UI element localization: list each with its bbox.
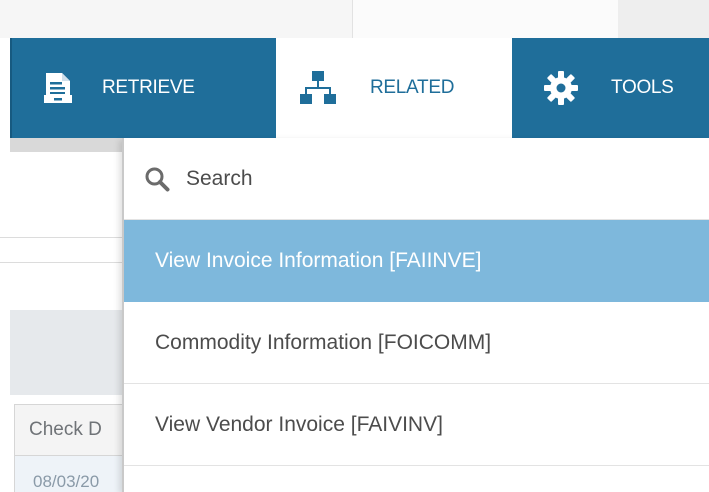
retrieve-button[interactable]: RETRIEVE <box>40 38 195 138</box>
toolbar: RETRIEVE RELATED TOOLS <box>10 38 709 138</box>
document-retrieve-icon <box>40 70 76 106</box>
divider <box>0 262 123 263</box>
menu-item-view-invoice-information[interactable]: View Invoice Information [FAIINVE] <box>124 220 709 302</box>
retrieve-label: RETRIEVE <box>102 77 195 98</box>
related-dropdown-menu: Search View Invoice Information [FAIINVE… <box>122 138 709 492</box>
sitemap-icon <box>298 68 338 108</box>
divider <box>0 237 123 238</box>
related-label: RELATED <box>370 76 455 98</box>
app-screen: RETRIEVE RELATED TOOLS Check D 08/03/20 … <box>0 0 709 492</box>
top-cell <box>0 0 353 38</box>
menu-search-field[interactable]: Search <box>124 138 709 220</box>
top-strip <box>0 0 709 38</box>
tools-label: TOOLS <box>611 77 674 98</box>
menu-item-view-vendor-invoice[interactable]: View Vendor Invoice [FAIVINV] <box>124 384 709 466</box>
related-button[interactable]: RELATED <box>276 38 512 138</box>
top-cell <box>353 0 618 38</box>
section-header-bar <box>10 310 123 395</box>
menu-item-label: View Vendor Invoice [FAIVINV] <box>155 412 443 436</box>
check-date-cell: 08/03/20 <box>14 456 123 492</box>
check-date-column-header[interactable]: Check D <box>14 404 123 456</box>
menu-item-label: Commodity Information [FOICOMM] <box>155 330 492 354</box>
background-band <box>10 138 123 152</box>
top-cell <box>618 0 709 38</box>
menu-item-commodity-information[interactable]: Commodity Information [FOICOMM] <box>124 302 709 384</box>
menu-item-label: View Invoice Information [FAIINVE] <box>155 248 482 272</box>
tools-button[interactable]: TOOLS <box>541 38 674 138</box>
search-placeholder: Search <box>186 166 253 190</box>
gear-icon <box>541 68 581 108</box>
search-icon <box>144 166 170 192</box>
